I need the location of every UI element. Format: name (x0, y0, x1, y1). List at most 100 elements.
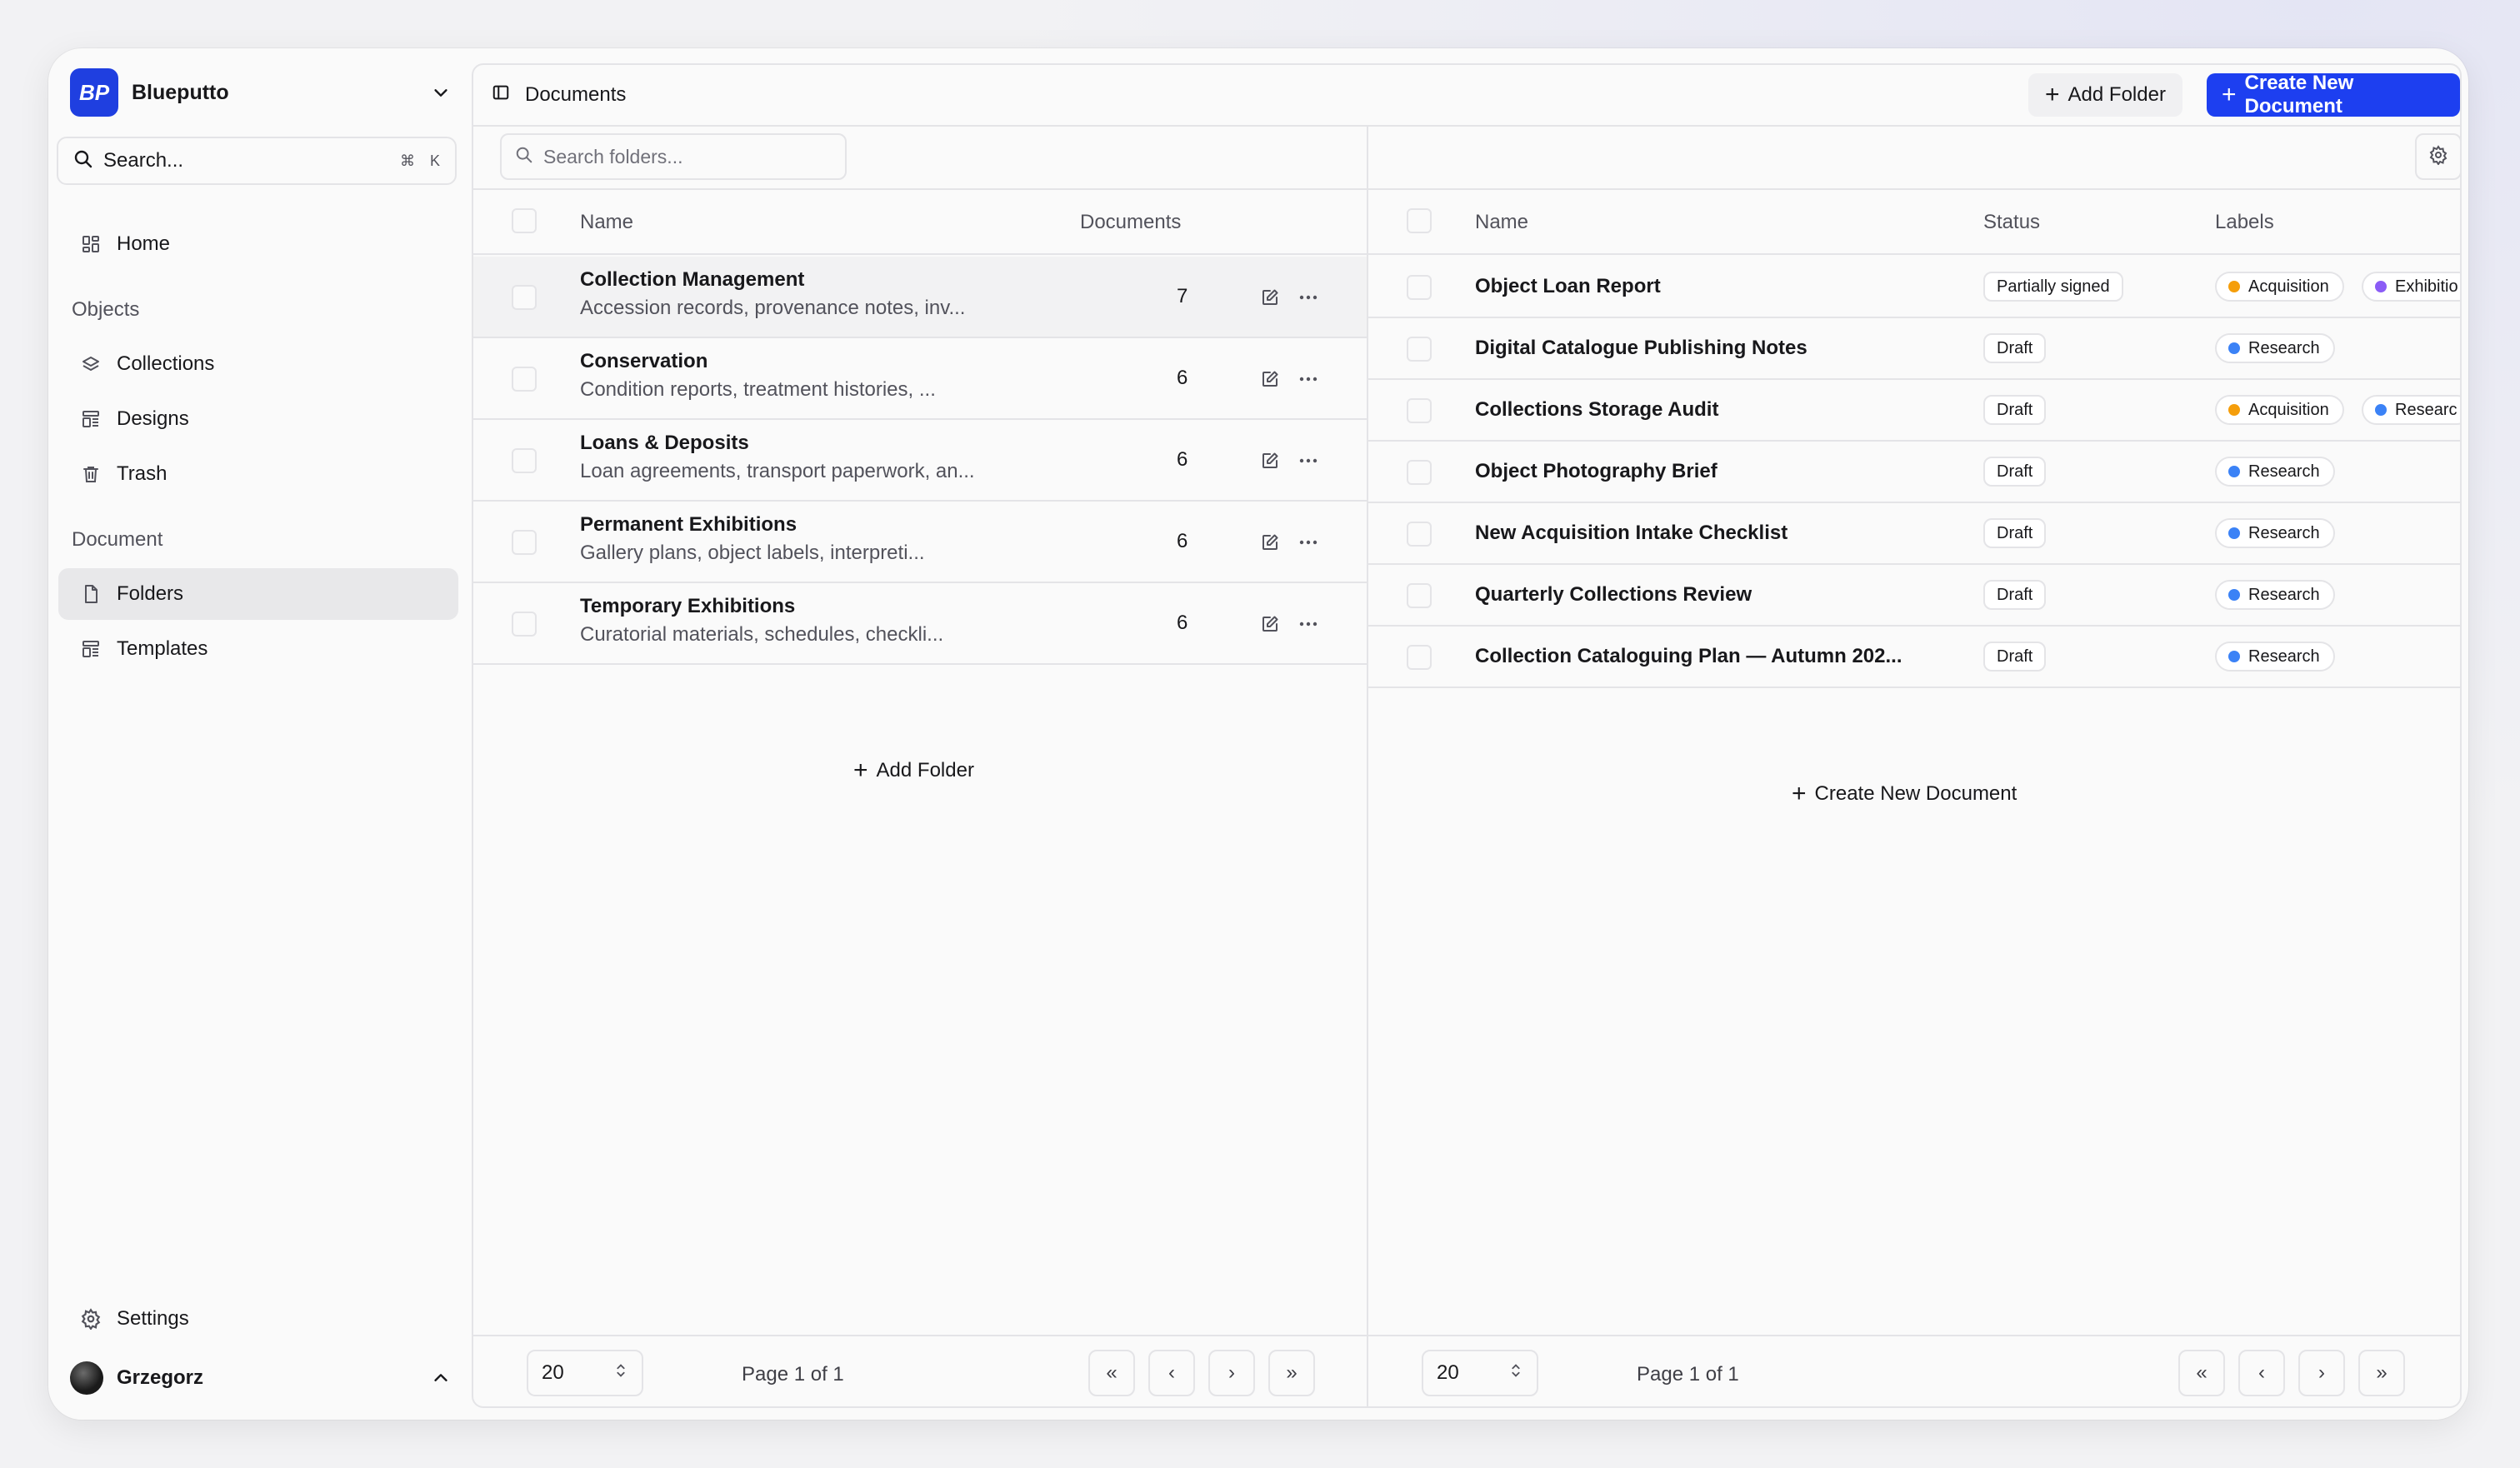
label-color-dot (2375, 281, 2387, 292)
create-document-button[interactable]: + Create New Document (2207, 72, 2460, 117)
search-icon (515, 146, 533, 168)
first-page-button[interactable]: « (1088, 1350, 1135, 1396)
table-row[interactable]: Permanent Exhibitions Gallery plans, obje… (473, 502, 1367, 583)
folder-name[interactable]: Conservation (580, 350, 708, 373)
table-row[interactable]: Collection Management Accession records, … (473, 257, 1367, 338)
row-checkbox[interactable] (1407, 583, 1432, 608)
folder-search[interactable] (500, 133, 847, 180)
prev-page-button[interactable]: ‹ (1148, 1350, 1195, 1396)
add-folder-button[interactable]: + Add Folder (2028, 73, 2182, 117)
create-document-row-button[interactable]: + Create New Document (1792, 781, 2017, 806)
more-icon[interactable] (1295, 529, 1322, 556)
table-row[interactable]: Digital Catalogue Publishing Notes Draft R… (1368, 318, 2460, 380)
label-text: Research (2248, 585, 2320, 604)
sidebar-item-collections[interactable]: Collections (58, 338, 458, 390)
column-name[interactable]: Name (580, 211, 633, 234)
page-info: Page 1 of 1 (1637, 1363, 1739, 1386)
page-size-select[interactable]: 20 (1422, 1350, 1538, 1396)
edit-icon[interactable] (1257, 447, 1283, 474)
status-badge: Draft (1983, 333, 2047, 363)
row-checkbox[interactable] (1407, 398, 1432, 423)
edit-icon[interactable] (1257, 366, 1283, 392)
label-pill: Research (2215, 642, 2335, 672)
more-icon[interactable] (1295, 447, 1322, 474)
table-row[interactable]: Object Photography Brief Draft Research (1368, 442, 2460, 503)
document-name[interactable]: Collection Cataloguing Plan — Autumn 202… (1475, 645, 1902, 668)
more-icon[interactable] (1295, 611, 1322, 637)
sidebar-item-settings[interactable]: Settings (58, 1293, 458, 1345)
add-folder-row-button[interactable]: + Add Folder (853, 758, 974, 783)
sidebar-item-designs[interactable]: Designs (58, 393, 458, 445)
add-folder-label: Add Folder (2068, 83, 2166, 106)
next-page-button[interactable]: › (2298, 1350, 2345, 1396)
row-checkbox[interactable] (1407, 275, 1432, 300)
table-row[interactable]: Collections Storage Audit Draft Acquisitio… (1368, 380, 2460, 442)
folder-name[interactable]: Loans & Deposits (580, 432, 749, 455)
folder-description: Gallery plans, object labels, interpreti… (580, 542, 925, 564)
document-name[interactable]: Digital Catalogue Publishing Notes (1475, 337, 1808, 360)
document-name[interactable]: Quarterly Collections Review (1475, 583, 1752, 607)
sidebar-item-trash[interactable]: Trash (58, 448, 458, 500)
sidebar-item-label: Folders (117, 582, 184, 605)
row-checkbox[interactable] (512, 530, 537, 555)
next-page-button[interactable]: › (1208, 1350, 1255, 1396)
table-row[interactable]: Quarterly Collections Review Draft Researc… (1368, 565, 2460, 627)
table-row[interactable]: New Acquisition Intake Checklist Draft Res… (1368, 503, 2460, 565)
sidebar-item-folders[interactable]: Folders (58, 568, 458, 620)
row-checkbox[interactable] (512, 612, 537, 637)
select-all-checkbox[interactable] (512, 208, 537, 233)
column-documents[interactable]: Documents (1080, 211, 1181, 234)
row-checkbox[interactable] (512, 285, 537, 310)
column-labels[interactable]: Labels (2215, 211, 2274, 234)
table-row[interactable]: Loans & Deposits Loan agreements, transpo… (473, 420, 1367, 502)
last-page-button[interactable]: » (2358, 1350, 2405, 1396)
row-checkbox[interactable] (1407, 522, 1432, 547)
workspace-switcher[interactable]: BP Blueputto (70, 67, 453, 118)
row-checkbox[interactable] (512, 367, 537, 392)
table-row[interactable]: Temporary Exhibitions Curatorial material… (473, 583, 1367, 665)
document-name[interactable]: Object Photography Brief (1475, 460, 1718, 483)
gear-icon (2428, 144, 2448, 169)
folder-name[interactable]: Temporary Exhibitions (580, 595, 795, 618)
row-checkbox[interactable] (1407, 337, 1432, 362)
user-menu[interactable]: Grzegorz (70, 1353, 453, 1403)
add-folder-row-label: Add Folder (876, 759, 974, 781)
create-document-label: Create New Document (2244, 72, 2354, 117)
sidebar-item-home[interactable]: Home (58, 218, 458, 270)
page-title-text: Documents (525, 83, 627, 106)
document-name[interactable]: New Acquisition Intake Checklist (1475, 522, 1788, 545)
prev-page-button[interactable]: ‹ (2238, 1350, 2285, 1396)
sidebar-item-label: Home (117, 232, 171, 255)
edit-icon[interactable] (1257, 284, 1283, 311)
search-label: Search... (103, 149, 184, 172)
document-name[interactable]: Object Loan Report (1475, 275, 1661, 298)
global-search[interactable]: Search... ⌘ K (57, 137, 457, 185)
page-size-select[interactable]: 20 (527, 1350, 643, 1396)
select-all-checkbox[interactable] (1407, 208, 1432, 233)
sidebar-item-templates[interactable]: Templates (58, 623, 458, 675)
column-status[interactable]: Status (1983, 211, 2040, 234)
document-name[interactable]: Collections Storage Audit (1475, 398, 1718, 422)
table-row[interactable]: Collection Cataloguing Plan — Autumn 202… (1368, 627, 2460, 688)
folder-name[interactable]: Permanent Exhibitions (580, 513, 797, 537)
row-checkbox[interactable] (1407, 460, 1432, 485)
status-badge: Draft (1983, 518, 2047, 548)
table-settings-button[interactable] (2415, 133, 2460, 180)
table-row[interactable]: Object Loan Report Partially signed Acquis… (1368, 257, 2460, 318)
folder-name[interactable]: Collection Management (580, 268, 804, 292)
column-name[interactable]: Name (1475, 211, 1528, 234)
more-icon[interactable] (1295, 284, 1322, 311)
row-checkbox[interactable] (512, 448, 537, 473)
last-page-button[interactable]: » (1268, 1350, 1315, 1396)
page-info: Page 1 of 1 (742, 1363, 844, 1386)
sidebar: BP Blueputto Search... ⌘ K Home Objects (48, 48, 473, 1420)
table-row[interactable]: Conservation Condition reports, treatment… (473, 338, 1367, 420)
sidebar-toggle-icon[interactable] (492, 83, 510, 107)
edit-icon[interactable] (1257, 529, 1283, 556)
first-page-button[interactable]: « (2178, 1350, 2225, 1396)
folder-search-input[interactable] (543, 145, 827, 168)
row-checkbox[interactable] (1407, 645, 1432, 670)
plus-icon: + (2222, 81, 2237, 108)
edit-icon[interactable] (1257, 611, 1283, 637)
more-icon[interactable] (1295, 366, 1322, 392)
